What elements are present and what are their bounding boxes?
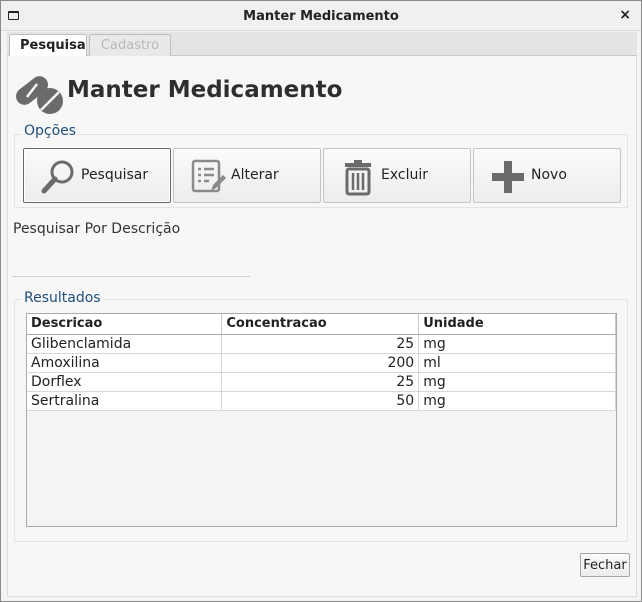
alterar-button-label: Alterar: [231, 167, 279, 183]
cell-descricao: Dorflex: [27, 372, 223, 392]
app-window: Manter Medicamento × Pesquisa Cadastro M…: [0, 0, 642, 602]
column-header-concentracao[interactable]: Concentracao: [221, 314, 420, 335]
pesquisar-button-label: Pesquisar: [81, 167, 149, 183]
cell-unidade: mg: [418, 372, 616, 392]
search-label: Pesquisar Por Descrição: [13, 221, 181, 237]
page-title: Manter Medicamento: [67, 77, 343, 103]
cell-concentracao: 25: [221, 372, 420, 392]
excluir-button-label: Excluir: [381, 167, 428, 183]
cell-concentracao: 25: [221, 334, 420, 354]
column-header-descricao[interactable]: Descricao: [27, 314, 223, 335]
tab-strip: Pesquisa Cadastro: [7, 32, 637, 57]
cell-descricao: Glibenclamida: [27, 334, 223, 354]
cell-unidade: mg: [418, 391, 616, 411]
cell-concentracao: 200: [221, 353, 420, 373]
tab-cadastro[interactable]: Cadastro: [89, 34, 171, 56]
alterar-button[interactable]: Alterar: [173, 148, 321, 203]
table-row[interactable]: Amoxilina 200 ml: [27, 353, 616, 373]
results-group-label: Resultados: [22, 290, 103, 306]
title-bar: Manter Medicamento ×: [1, 1, 641, 31]
fechar-button[interactable]: Fechar: [580, 553, 630, 577]
novo-button[interactable]: Novo: [473, 148, 621, 203]
excluir-button[interactable]: Excluir: [323, 148, 471, 203]
cell-descricao: Amoxilina: [27, 353, 223, 373]
pesquisar-button[interactable]: Pesquisar: [23, 148, 171, 203]
table-row[interactable]: Dorflex 25 mg: [27, 372, 616, 392]
plus-icon: [492, 161, 524, 193]
cell-concentracao: 50: [221, 391, 420, 411]
table-row[interactable]: Glibenclamida 25 mg: [27, 334, 616, 354]
tab-content: Manter Medicamento Opções Pesquisar Alte…: [7, 56, 637, 597]
trash-icon: [345, 160, 371, 196]
search-icon: [41, 160, 74, 194]
options-group-label: Opções: [22, 123, 79, 139]
column-header-unidade[interactable]: Unidade: [418, 314, 616, 335]
close-icon[interactable]: ×: [619, 7, 631, 23]
novo-button-label: Novo: [531, 167, 567, 183]
table-row[interactable]: Sertralina 50 mg: [27, 391, 616, 411]
edit-list-icon: [191, 159, 226, 193]
cell-unidade: ml: [418, 353, 616, 373]
pills-icon: [16, 76, 63, 114]
cell-unidade: mg: [418, 334, 616, 354]
table-header-row: Descricao Concentracao Unidade: [27, 314, 616, 335]
search-input[interactable]: [12, 243, 250, 277]
window-title: Manter Medicamento: [243, 9, 399, 24]
results-table[interactable]: Descricao Concentracao Unidade Glibencla…: [26, 313, 617, 527]
cell-descricao: Sertralina: [27, 391, 223, 411]
tab-pesquisa[interactable]: Pesquisa: [9, 34, 87, 57]
